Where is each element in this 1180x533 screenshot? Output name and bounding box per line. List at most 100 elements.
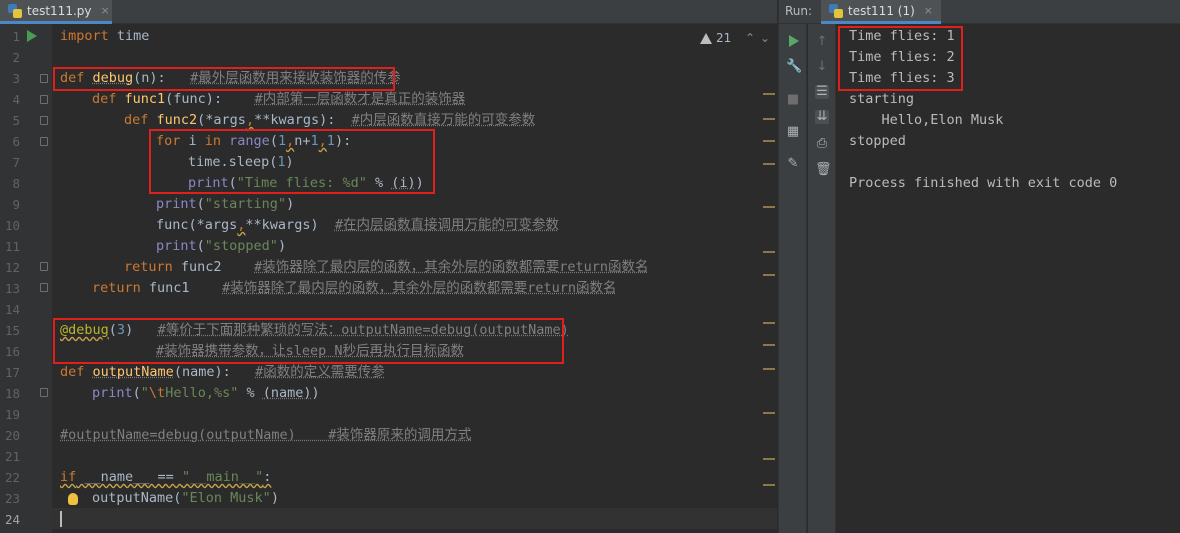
string: Hello,%s": [165, 385, 239, 401]
comma: ,: [245, 112, 255, 128]
line-number: 6: [12, 134, 20, 149]
string: "starting": [204, 196, 287, 212]
line-number: 2: [12, 50, 20, 65]
close-icon[interactable]: ×: [924, 4, 933, 17]
highlight-box-output: [838, 26, 963, 91]
line-number: 1: [12, 29, 20, 44]
fold-marker-icon[interactable]: [40, 74, 48, 83]
fold-marker-icon[interactable]: [40, 116, 48, 125]
function-name: func1: [124, 91, 166, 107]
run-tab-test111[interactable]: test111 (1) ×: [821, 0, 941, 24]
code-text: __name__ ==: [76, 469, 182, 485]
lightbulb-icon[interactable]: [68, 493, 78, 505]
console-line: starting: [849, 91, 915, 107]
fold-marker-icon[interactable]: [40, 95, 48, 104]
print-icon[interactable]: ⎙: [815, 137, 829, 151]
comment: #函数的定义需要传参: [255, 364, 385, 380]
code-text: (: [196, 238, 205, 254]
error-stripe-mark[interactable]: [763, 206, 775, 208]
builtin: print: [156, 238, 197, 254]
run-gutter-icon[interactable]: [27, 30, 37, 42]
pin-icon[interactable]: ✎: [786, 157, 800, 171]
trash-icon[interactable]: 🗑: [815, 163, 832, 177]
error-stripe-mark[interactable]: [763, 344, 775, 346]
up-arrow-icon[interactable]: ↑: [815, 35, 829, 49]
function-name: func2: [156, 112, 198, 128]
error-stripe-mark[interactable]: [763, 368, 775, 370]
keyword: def: [60, 364, 85, 380]
line-number: 22: [4, 470, 20, 485]
error-stripe-mark[interactable]: [763, 93, 775, 95]
layout-icon[interactable]: ▦: [786, 125, 800, 139]
code-line: print("stopped"): [156, 236, 286, 257]
rerun-icon[interactable]: [789, 35, 799, 47]
code-line: func(*args,**kwargs) #在内层函数直接调用万能的可变参数: [156, 215, 559, 236]
inspection-widget[interactable]: 21: [700, 30, 731, 46]
builtin: print: [92, 385, 133, 401]
code-area[interactable]: import time def debug(n): #最外层函数用来接收装饰器的…: [60, 24, 760, 533]
line-number: 10: [4, 218, 20, 233]
code-text: ): [270, 490, 279, 506]
error-stripe-mark[interactable]: [763, 163, 775, 165]
close-icon[interactable]: ×: [100, 4, 109, 17]
code-text: time: [108, 28, 150, 44]
code-text: ): [277, 238, 287, 254]
error-stripe-mark[interactable]: [763, 412, 775, 414]
code-text: ): [311, 385, 320, 401]
error-stripe-mark[interactable]: [763, 251, 775, 253]
function-name: outputName: [92, 364, 174, 380]
fold-marker-icon[interactable]: [40, 388, 48, 397]
error-stripe-mark[interactable]: [763, 458, 775, 460]
fold-marker-icon[interactable]: [40, 137, 48, 146]
code-text: outputName(: [92, 490, 182, 506]
line-number: 20: [4, 428, 20, 443]
code-line: outputName("Elon Musk"): [92, 488, 279, 509]
tab-test111-py[interactable]: test111.py ×: [0, 0, 112, 24]
comment: #内部第一层函数才是真正的装饰器: [254, 91, 466, 107]
console-line: stopped: [849, 133, 906, 149]
scroll-to-end-icon[interactable]: ⇊: [815, 110, 829, 124]
highlight-box-decorator: [53, 318, 564, 364]
code-text: func1: [140, 280, 223, 296]
editor-tab-bar: test111.py ×: [0, 0, 777, 24]
run-tool-window: Run: test111 (1) × 🔧 ■ ▦ ✎ ↑ ↓ ☰ ⇊ ⎙ 🗑 T…: [778, 0, 1180, 533]
code-line: import time: [60, 26, 149, 47]
fold-marker-icon[interactable]: [40, 262, 48, 271]
wrench-icon[interactable]: 🔧: [786, 60, 802, 74]
error-stripe-mark[interactable]: [763, 484, 775, 486]
error-stripe-mark[interactable]: [763, 274, 775, 276]
line-number: 9: [12, 197, 20, 212]
previous-highlight-icon[interactable]: ⌃: [745, 31, 755, 45]
code-text: :: [263, 469, 272, 485]
down-arrow-icon[interactable]: ↓: [815, 60, 829, 74]
console-line: Hello,Elon Musk: [849, 112, 1004, 128]
next-highlight-icon[interactable]: ⌄: [760, 31, 770, 45]
code-text: ): [286, 196, 295, 212]
fold-marker-icon[interactable]: [40, 283, 48, 292]
code-line: print("\tHello,%s" % (name)): [92, 383, 320, 404]
code-text: (name): [262, 385, 312, 401]
code-line: def func2(*args,**kwargs): #内层函数直接万能的可变参…: [124, 110, 535, 131]
code-text: (func):: [165, 91, 255, 107]
python-file-icon: [8, 3, 22, 18]
run-tab-label: test111 (1): [848, 3, 915, 18]
line-number: 4: [12, 92, 20, 107]
line-number: 18: [4, 386, 20, 401]
code-line: return func2 #装饰器除了最内层的函数，其余外层的函数都需要retu…: [124, 257, 648, 278]
console-output[interactable]: Time flies: 1 Time flies: 2 Time flies: …: [849, 24, 1179, 533]
error-stripe-mark[interactable]: [763, 322, 775, 324]
text-caret: [60, 511, 62, 527]
keyword: def: [124, 112, 149, 128]
string: "Elon Musk": [181, 490, 271, 506]
line-number-gutter[interactable]: 1 2 3 4 5 6 7 8 9 10 11 12 13 14 15 16 1…: [0, 24, 52, 533]
line-number: 15: [4, 323, 20, 338]
stop-icon[interactable]: ■: [786, 93, 800, 107]
code-text: func2: [172, 259, 255, 275]
error-stripe-mark[interactable]: [763, 118, 775, 120]
code-text: (name):: [173, 364, 256, 380]
soft-wrap-icon[interactable]: ☰: [815, 85, 829, 99]
code-text: func(*args: [156, 217, 238, 233]
warning-count: 21: [716, 31, 732, 45]
error-stripe-mark[interactable]: [763, 140, 775, 142]
code-text: **kwargs):: [254, 112, 352, 128]
